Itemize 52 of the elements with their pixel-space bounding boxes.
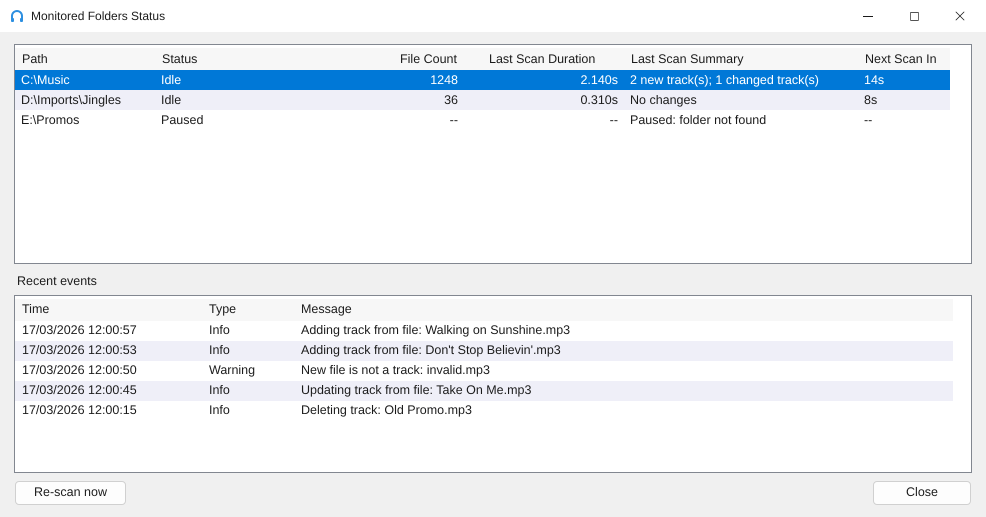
table-cell-text: Paused: folder not found [629,112,768,129]
table-cell-text: Paused [160,112,204,129]
window-title: Monitored Folders Status [31,8,166,25]
table-cell-text: Info [208,382,231,400]
table-cell-text: -- [448,112,459,129]
table-cell-text: E:\Promos [20,112,80,129]
table-cell-text: 1248 [429,72,459,89]
table-cell-text: Deleting track: Old Promo.mp3 [300,402,473,420]
column-header[interactable]: Status [155,50,388,68]
table-cell-text: No changes [629,92,698,109]
headphones-icon [9,8,25,24]
table-cell-text: Info [208,322,231,340]
column-header[interactable]: Last Scan Duration [464,50,624,68]
event-row[interactable]: 17/03/2026 12:00:53 Info Adding track from file: Don't Stop Believin'.mp3 [15,340,953,361]
column-header[interactable]: Last Scan Summary [624,50,858,68]
table-cell-text: Info [208,342,231,360]
table-cell-text: Adding track from file: Walking on Sunshine.mp3 [300,322,572,340]
table-cell-text: 17/03/2026 12:00:50 [21,362,138,380]
table-cell-text: 17/03/2026 12:00:15 [21,402,138,420]
event-row[interactable]: 17/03/2026 12:00:45 Info Updating track from file: Take On Me.mp3 [15,380,953,401]
table-cell-text: Warning [208,362,256,380]
column-header[interactable]: Path [15,50,155,68]
column-header[interactable]: Message [294,300,953,320]
table-cell-text: 0.310s [579,92,619,109]
close-button[interactable]: Close [873,480,971,505]
column-header[interactable]: Time [15,300,202,320]
table-cell-text: 2 new track(s); 1 changed track(s) [629,72,820,89]
table-cell-text: 17/03/2026 12:00:57 [21,322,138,340]
table-cell-text: D:\Imports\Jingles [20,92,122,109]
table-cell-text: 17/03/2026 12:00:53 [21,342,138,360]
folder-row[interactable]: C:\Music Idle 1248 2.140s 2 new track(s); 1 changed track(s) 14s [15,70,950,90]
table-cell-text: Updating track from file: Take On Me.mp3 [300,382,532,400]
table-cell-text: 17/03/2026 12:00:45 [21,382,138,400]
table-cell-text: 8s [863,92,878,109]
table-cell-text: 36 [443,92,459,109]
table-cell-text: Idle [160,72,182,89]
table-cell-text: 14s [863,72,886,89]
section-label: Recent events [17,273,98,290]
column-header[interactable]: Type [202,300,294,320]
table-cell-text: C:\Music [20,72,71,89]
table-cell-text: Adding track from file: Don't Stop Believin'.mp3 [300,342,562,360]
table-cell-text: -- [608,112,619,129]
column-header[interactable]: Next Scan In [858,50,950,68]
folder-row[interactable]: D:\Imports\Jingles Idle 36 0.310s No changes 8s [15,90,950,110]
table-cell-text: 2.140s [579,72,619,89]
maximize-icon [908,10,920,22]
rescan-button[interactable]: Re-scan now [15,480,126,505]
table-cell-text: Info [208,402,231,420]
table-cell-text: -- [863,112,874,129]
table-cell-text: New file is not a track: invalid.mp3 [300,362,491,380]
column-header[interactable]: File Count [388,50,464,68]
table-cell-text: Idle [160,92,182,109]
